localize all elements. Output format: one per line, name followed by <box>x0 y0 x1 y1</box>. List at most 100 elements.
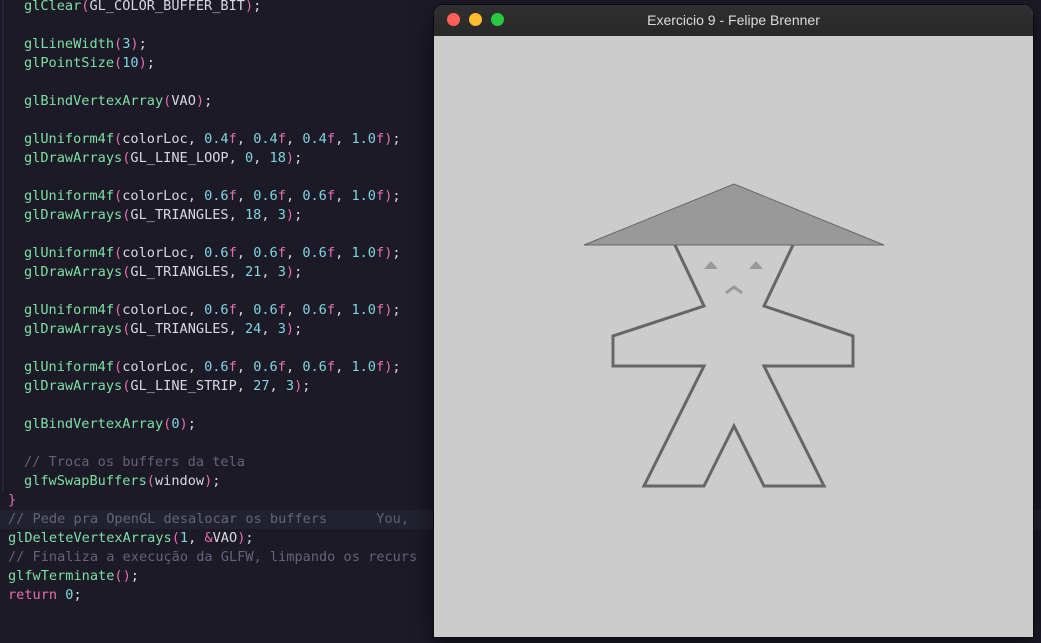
code-token: ; <box>187 416 196 432</box>
code-token: ; <box>392 188 401 204</box>
code-token: glUniform4f <box>24 188 115 204</box>
code-token: glDrawArrays <box>24 378 123 394</box>
code-token: ; <box>392 302 401 318</box>
code-token: glDrawArrays <box>24 207 123 223</box>
code-token: 0.4 <box>302 131 327 147</box>
code-token: ) <box>130 36 139 52</box>
right-eye-triangle <box>749 261 763 269</box>
code-token: , <box>261 321 278 337</box>
code-line[interactable]: glDrawArrays(GL_LINE_STRIP, 27, 3); <box>0 377 310 396</box>
left-eye-triangle <box>704 261 718 269</box>
code-token: f <box>228 359 237 375</box>
code-token: ( <box>114 36 123 52</box>
code-token: , <box>335 188 352 204</box>
code-token: ( <box>171 530 180 546</box>
code-token: 3 <box>277 321 286 337</box>
code-token: GL_LINE_LOOP, <box>130 150 245 166</box>
code-token: ) <box>195 93 205 109</box>
code-token: , <box>335 245 352 261</box>
code-token: // Pede pra OpenGL desalocar os buffers <box>8 511 328 527</box>
code-token: & <box>204 530 213 546</box>
code-token: GL_COLOR_BUFFER_BIT <box>89 0 245 14</box>
code-token: glBindVertexArray <box>24 93 164 109</box>
code-token: 27 <box>253 378 270 394</box>
code-token: 3 <box>277 264 286 280</box>
code-token: glDrawArrays <box>24 150 123 166</box>
code-token: ( <box>114 188 123 204</box>
code-token: ; <box>212 473 221 489</box>
code-token: GL_TRIANGLES, <box>130 207 245 223</box>
code-line[interactable]: return 0; <box>0 586 82 605</box>
code-token: 1.0 <box>351 131 376 147</box>
code-line[interactable]: glDrawArrays(GL_TRIANGLES, 18, 3); <box>0 206 302 225</box>
code-token: ) <box>285 150 295 166</box>
window-titlebar[interactable]: Exercicio 9 - Felipe Brenner <box>434 5 1033 37</box>
code-token: 21 <box>244 264 262 280</box>
code-token: f <box>228 131 237 147</box>
code-line[interactable]: glLineWidth(3); <box>0 35 147 54</box>
code-token: glClear <box>24 0 82 14</box>
scene-svg <box>583 183 885 488</box>
code-line[interactable]: glUniform4f(colorLoc, 0.6f, 0.6f, 0.6f, … <box>0 187 401 206</box>
code-line[interactable]: // Finaliza a execução da GLFW, limpando… <box>0 548 417 567</box>
code-token: VAO <box>171 93 196 109</box>
code-token: ; <box>294 321 303 337</box>
code-token: colorLoc, <box>122 245 205 261</box>
code-line[interactable]: } <box>0 491 16 510</box>
code-token: ( <box>114 245 123 261</box>
code-line[interactable]: glBindVertexArray(0); <box>0 415 196 434</box>
code-token: f <box>376 359 385 375</box>
code-line[interactable]: glfwTerminate(); <box>0 567 139 586</box>
code-token: , <box>285 245 303 261</box>
code-token: ; <box>130 568 139 584</box>
code-token: ( <box>114 55 123 71</box>
code-token: 0.6 <box>204 188 229 204</box>
code-token: f <box>326 131 336 147</box>
code-line[interactable]: glDrawArrays(GL_LINE_LOOP, 0, 18); <box>0 149 302 168</box>
code-token: 0.6 <box>253 359 278 375</box>
code-token: ( <box>114 131 123 147</box>
code-token: ; <box>294 264 303 280</box>
code-token: ( <box>114 568 123 584</box>
code-token: 0.6 <box>302 188 327 204</box>
code-line[interactable]: glDrawArrays(GL_TRIANGLES, 21, 3); <box>0 263 302 282</box>
code-line[interactable]: // Troca os buffers da tela <box>0 453 245 472</box>
code-token: , <box>236 245 254 261</box>
code-token: glfwSwapBuffers <box>24 473 147 489</box>
code-line[interactable]: glUniform4f(colorLoc, 0.4f, 0.4f, 0.4f, … <box>0 130 401 149</box>
code-line[interactable]: glDrawArrays(GL_TRIANGLES, 24, 3); <box>0 320 302 339</box>
code-token: 0.6 <box>302 359 327 375</box>
code-line[interactable]: glDeleteVertexArrays(1, &VAO); <box>0 529 254 548</box>
code-line[interactable]: glPointSize(10); <box>0 54 155 73</box>
code-token: 0.4 <box>204 131 229 147</box>
code-token: glDeleteVertexArrays <box>8 530 172 546</box>
code-token: ; <box>392 359 401 375</box>
code-token: glDrawArrays <box>24 264 123 280</box>
code-token: ; <box>294 207 303 223</box>
code-token: ; <box>302 378 311 394</box>
code-line[interactable]: glUniform4f(colorLoc, 0.6f, 0.6f, 0.6f, … <box>0 358 401 377</box>
code-token: GL_LINE_STRIP, <box>130 378 254 394</box>
code-token: , <box>335 131 352 147</box>
code-token: colorLoc, <box>122 302 205 318</box>
code-token: f <box>228 302 237 318</box>
body-outline <box>611 244 855 488</box>
code-token: 0.6 <box>204 302 229 318</box>
opengl-window[interactable]: Exercicio 9 - Felipe Brenner <box>434 5 1033 637</box>
code-token: f <box>277 245 286 261</box>
code-line[interactable]: glBindVertexArray(VAO); <box>0 92 212 111</box>
code-token: 3 <box>285 378 295 394</box>
code-token: You, <box>327 511 418 527</box>
code-token: 1 <box>179 530 189 546</box>
code-token: 1.0 <box>351 245 376 261</box>
code-line[interactable]: glUniform4f(colorLoc, 0.6f, 0.6f, 0.6f, … <box>0 244 401 263</box>
code-line[interactable]: glfwSwapBuffers(window); <box>0 472 220 491</box>
code-token: ; <box>392 131 401 147</box>
code-line[interactable]: glClear(GL_COLOR_BUFFER_BIT); <box>0 0 261 16</box>
code-token: f <box>326 302 336 318</box>
code-line[interactable]: glUniform4f(colorLoc, 0.6f, 0.6f, 0.6f, … <box>0 301 401 320</box>
code-token: f <box>277 131 286 147</box>
code-token: 18 <box>269 150 286 166</box>
code-token: , <box>261 207 278 223</box>
code-token: glUniform4f <box>24 359 115 375</box>
